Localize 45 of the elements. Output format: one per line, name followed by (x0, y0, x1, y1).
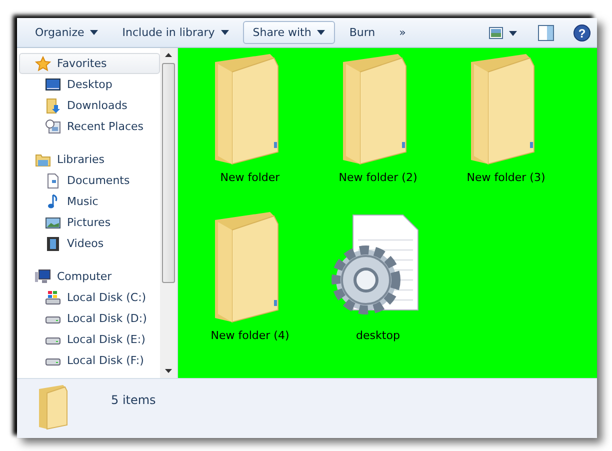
caret-icon (317, 30, 326, 35)
toolbar-button[interactable]: Organize (25, 21, 108, 44)
library-folder-icon (35, 152, 51, 168)
preview-pane-icon[interactable] (537, 24, 555, 42)
file-item[interactable]: desktop (314, 210, 442, 368)
computer-icon (35, 268, 51, 284)
nav-item[interactable]: Downloads (19, 95, 160, 116)
help-icon[interactable]: ? (573, 24, 591, 42)
toolbar-button[interactable]: Burn (339, 21, 386, 44)
caret-icon (220, 30, 229, 35)
film-icon (45, 236, 61, 252)
nav-item[interactable]: Local Disk (E:) (19, 329, 160, 350)
file-item[interactable]: New folder (186, 52, 314, 210)
scroll-thumb[interactable] (162, 63, 175, 283)
document-icon (45, 172, 61, 188)
nav-item[interactable]: Local Disk (C:) (19, 287, 160, 308)
nav-item[interactable]: Music (19, 191, 160, 212)
recent-places-icon (45, 118, 61, 134)
caret-icon (90, 30, 98, 35)
windows-disk-icon (45, 290, 61, 306)
scroll-down-icon[interactable] (165, 369, 172, 373)
nav-item[interactable]: Documents (19, 170, 160, 191)
file-item[interactable]: New folder (4) (186, 210, 314, 368)
star-icon (35, 56, 51, 72)
item-count: 5 items (111, 393, 156, 407)
desktop-icon (45, 76, 61, 92)
download-folder-icon (45, 98, 61, 114)
nav-group[interactable]: Computer (19, 266, 160, 287)
nav-group[interactable]: Favorites (19, 53, 160, 74)
nav-item[interactable]: Local Disk (D:) (19, 308, 160, 329)
nav-item[interactable]: Pictures (19, 212, 160, 233)
nav-item[interactable]: Desktop (19, 74, 160, 95)
scrollbar[interactable] (160, 48, 177, 378)
file-item[interactable]: New folder (3) (442, 52, 570, 210)
scroll-up-icon[interactable] (165, 53, 172, 57)
nav-group[interactable]: Libraries (19, 149, 160, 170)
toolbar-button[interactable]: Share with (242, 21, 336, 44)
change-view-icon[interactable] (489, 26, 519, 40)
nav-item[interactable]: Recent Places (19, 116, 160, 137)
file-item[interactable]: New folder (2) (314, 52, 442, 210)
picture-icon (45, 214, 61, 230)
nav-item[interactable]: Local Disk (F:) (19, 350, 160, 371)
toolbar-button[interactable]: Include in library (112, 21, 239, 44)
nav-item[interactable]: Videos (19, 233, 160, 254)
toolbar-button[interactable]: » (389, 21, 416, 44)
